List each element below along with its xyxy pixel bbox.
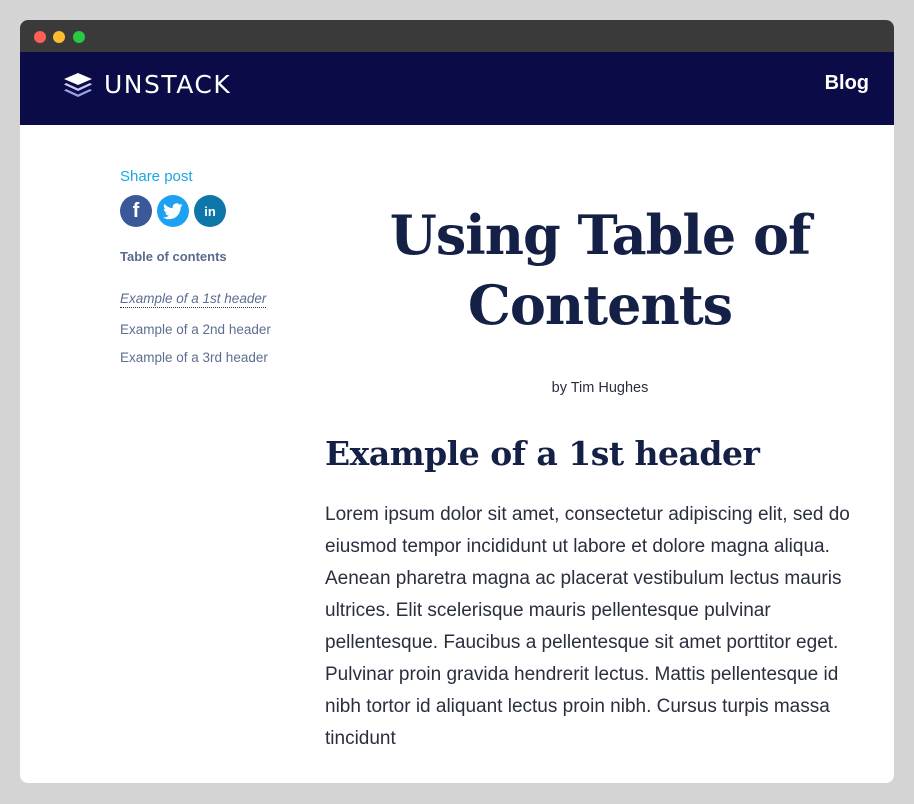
close-window-button[interactable]	[34, 31, 46, 43]
body-paragraph: Lorem ipsum dolor sit amet, consectetur …	[325, 504, 850, 749]
window-titlebar	[20, 20, 894, 52]
maximize-window-button[interactable]	[73, 31, 85, 43]
toc-item-1st-header[interactable]: Example of a 1st header	[120, 291, 267, 308]
post-sidebar: Share post f in Table of contents Exampl…	[120, 168, 320, 378]
toc-title: Table of contents	[120, 249, 227, 264]
browser-window: UNSTACK Blog Share post f in Table of co…	[20, 20, 894, 783]
article-content: Using Table of Contents by Tim Hughes Ex…	[325, 200, 875, 774]
share-buttons: f in	[120, 195, 320, 227]
nav-blog-link[interactable]: Blog	[825, 72, 869, 95]
stack-layers-icon	[64, 72, 92, 97]
section-header: Example of a 1st header	[325, 434, 760, 473]
linkedin-icon[interactable]: in	[194, 195, 226, 227]
site-logo[interactable]: UNSTACK	[62, 70, 231, 99]
brand-name: UNSTACK	[104, 70, 232, 99]
toc-item-3rd-header[interactable]: Example of a 3rd header	[120, 350, 320, 365]
toc-list: Example of a 1st header Example of a 2nd…	[120, 288, 320, 365]
twitter-icon[interactable]	[157, 195, 189, 227]
share-post-label: Share post	[120, 168, 193, 185]
post-title: Using Table of Contents	[389, 203, 812, 337]
twitter-bird-glyph	[163, 202, 183, 219]
site-navbar: UNSTACK Blog	[20, 52, 894, 125]
toc-item-2nd-header[interactable]: Example of a 2nd header	[120, 322, 320, 337]
facebook-icon[interactable]: f	[120, 195, 152, 227]
minimize-window-button[interactable]	[53, 31, 65, 43]
post-byline: by Tim Hughes	[551, 380, 649, 396]
